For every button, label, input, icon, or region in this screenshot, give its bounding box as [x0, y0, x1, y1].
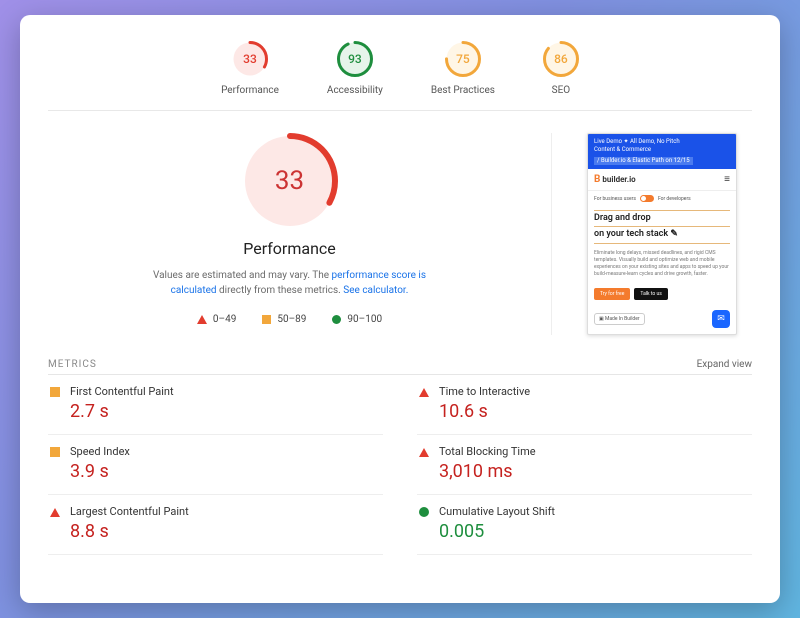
- desc-text: Values are estimated and may vary. The: [153, 270, 332, 281]
- metric-row[interactable]: Total Blocking Time 3,010 ms: [417, 435, 752, 495]
- hero-body: Eliminate long delays, missed deadlines,…: [588, 250, 736, 284]
- screenshot-preview: Live Demo ✦ All Demo, No Pitch Content &…: [552, 133, 752, 335]
- performance-section: 33 Performance Values are estimated and …: [48, 111, 752, 353]
- see-calculator-link[interactable]: See calculator.: [343, 285, 408, 296]
- metric-name: Largest Contentful Paint: [70, 505, 189, 518]
- metric-name: First Contentful Paint: [70, 385, 174, 398]
- banner-line: Live Demo ✦ All Demo, No Pitch: [594, 138, 730, 146]
- toggle-left-label: For business users: [594, 196, 636, 202]
- metric-name: Total Blocking Time: [439, 445, 536, 458]
- lighthouse-report: 33 Performance 93 Accessibility 75 Best …: [20, 15, 780, 603]
- hamburger-icon: ≡: [724, 174, 730, 185]
- headline-1: Drag and drop: [594, 213, 730, 224]
- category-gauges: 33 Performance 93 Accessibility 75 Best …: [48, 33, 752, 111]
- metric-row[interactable]: Speed Index 3.9 s: [48, 435, 383, 495]
- banner: Live Demo ✦ All Demo, No Pitch Content &…: [588, 134, 736, 169]
- metric-row[interactable]: Cumulative Layout Shift 0.005: [417, 495, 752, 555]
- metrics-header: METRICS Expand view: [48, 353, 752, 375]
- legend-item: 0–49: [197, 314, 236, 325]
- metric-name: Time to Interactive: [439, 385, 530, 398]
- hero-headline: Drag and drop on your tech stack ✎: [588, 206, 736, 250]
- metrics-grid: First Contentful Paint 2.7 s Time to Inte…: [48, 375, 752, 555]
- brand-logo: B builder.io: [594, 174, 636, 185]
- metric-name: Cumulative Layout Shift: [439, 505, 555, 518]
- gauge-accessibility[interactable]: 93 Accessibility: [327, 41, 383, 96]
- site-thumbnail: Live Demo ✦ All Demo, No Pitch Content &…: [587, 133, 737, 335]
- circle-icon: [419, 507, 429, 517]
- triangle-icon: [419, 447, 429, 457]
- performance-gauge: 33: [242, 133, 338, 229]
- triangle-icon: [419, 387, 429, 397]
- cta-primary: Try for free: [594, 288, 630, 300]
- score-legend: 0–49 50–89 90–100: [197, 314, 382, 325]
- metric-row[interactable]: First Contentful Paint 2.7 s: [48, 375, 383, 435]
- toggle-icon: [640, 195, 654, 202]
- footer-row: ▣ Made In Builder ✉: [588, 304, 736, 334]
- metric-value: 2.7 s: [70, 401, 174, 422]
- metrics-title: METRICS: [48, 359, 97, 370]
- metric-name: Speed Index: [70, 445, 130, 458]
- toggle-row: For business users For developers: [588, 191, 736, 206]
- toggle-right-label: For developers: [658, 196, 691, 202]
- expand-view-link[interactable]: Expand view: [697, 359, 752, 370]
- headline-2: on your tech stack ✎: [594, 229, 730, 240]
- square-icon: [50, 447, 60, 457]
- metric-value: 10.6 s: [439, 401, 530, 422]
- metric-value: 3,010 ms: [439, 461, 536, 482]
- chat-icon: ✉: [712, 310, 730, 328]
- cta-row: Try for free Talk to us: [588, 284, 736, 304]
- desc-text-2: directly from these metrics.: [219, 285, 343, 296]
- performance-summary: 33 Performance Values are estimated and …: [48, 133, 552, 335]
- metric-row[interactable]: Largest Contentful Paint 8.8 s: [48, 495, 383, 555]
- metric-row[interactable]: Time to Interactive 10.6 s: [417, 375, 752, 435]
- gauge-performance[interactable]: 33 Performance: [221, 41, 279, 96]
- metric-value: 8.8 s: [70, 521, 189, 542]
- gauge-best-practices[interactable]: 75 Best Practices: [431, 41, 495, 96]
- metric-value: 0.005: [439, 521, 555, 542]
- made-in-badge: ▣ Made In Builder: [594, 313, 645, 325]
- performance-title: Performance: [243, 239, 336, 258]
- brand-text: builder.io: [602, 175, 635, 184]
- legend-item: 50–89: [262, 314, 306, 325]
- banner-pill: / Builder.io & Elastic Path on 12/15: [594, 157, 693, 165]
- metric-value: 3.9 s: [70, 461, 130, 482]
- legend-item: 90–100: [332, 314, 382, 325]
- gauge-seo[interactable]: 86 SEO: [543, 41, 579, 96]
- cta-secondary: Talk to us: [634, 288, 667, 300]
- triangle-icon: [50, 507, 60, 517]
- square-icon: [50, 387, 60, 397]
- performance-description: Values are estimated and may vary. The p…: [130, 268, 450, 298]
- logo-row: B builder.io ≡: [588, 169, 736, 191]
- banner-line: Content & Commerce: [594, 146, 730, 154]
